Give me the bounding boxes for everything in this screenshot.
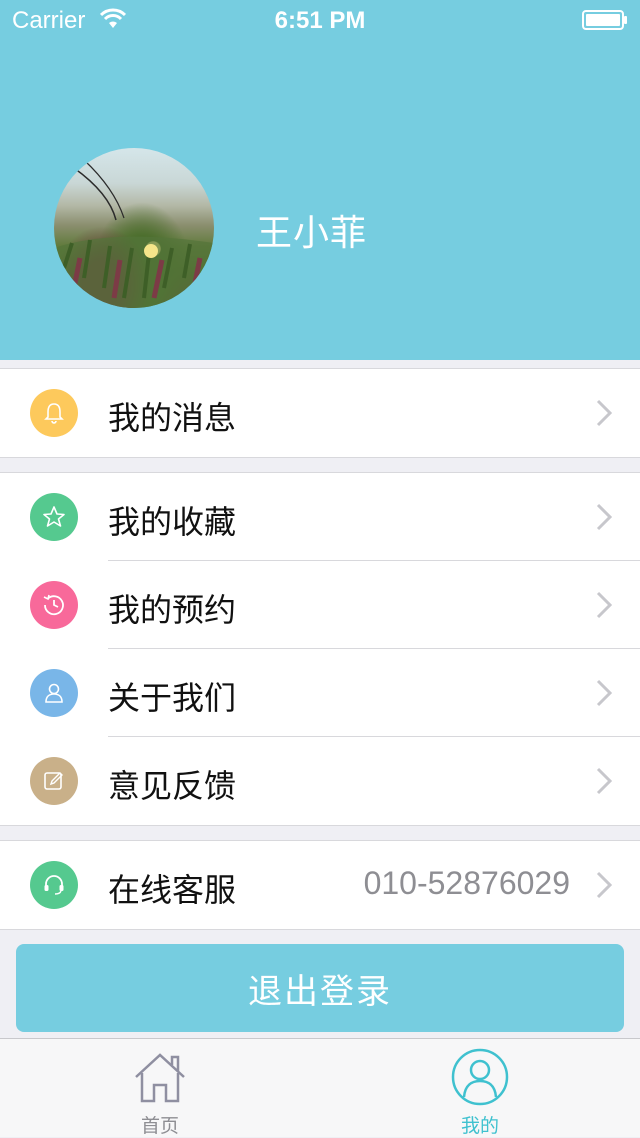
username: 王小菲	[256, 213, 368, 254]
edit-icon	[30, 757, 78, 805]
battery-icon	[582, 10, 627, 30]
home-icon	[135, 1053, 185, 1103]
chevron-right-icon	[596, 871, 612, 899]
status-time: 6:51 PM	[274, 7, 366, 34]
menu-label-feedback: 意见反馈	[108, 767, 237, 805]
logout-button[interactable]: 退出登录	[16, 944, 624, 1032]
tab-home[interactable]: 首页	[60, 1039, 260, 1137]
menu-row-favorites[interactable]: 我的收藏	[0, 473, 640, 561]
menu-label-messages: 我的消息	[108, 399, 237, 437]
avatar-photo-icon	[54, 159, 214, 308]
tab-home-label: 首页	[140, 1115, 179, 1137]
chevron-right-icon	[596, 767, 612, 795]
menu-label-favorites: 我的收藏	[108, 503, 237, 541]
avatar[interactable]	[54, 148, 214, 308]
chevron-right-icon	[596, 591, 612, 619]
tab-bar: 首页 我的	[0, 1038, 640, 1137]
menu-row-feedback[interactable]: 意见反馈	[0, 737, 640, 825]
menu-row-service[interactable]: 在线客服 010-52876029	[0, 841, 640, 929]
menu-row-about[interactable]: 关于我们	[0, 649, 640, 737]
menu-row-messages[interactable]: 我的消息	[0, 369, 640, 457]
chevron-right-icon	[596, 399, 612, 427]
chevron-right-icon	[596, 679, 612, 707]
menu-group-messages: 我的消息	[0, 368, 640, 458]
user-circle-icon	[451, 1048, 509, 1106]
chevron-right-icon	[596, 503, 612, 531]
menu-label-appointments: 我的预约	[108, 591, 237, 629]
status-bar: Carrier 6:51 PM	[0, 0, 640, 40]
tab-mine-label: 我的	[460, 1115, 499, 1137]
tab-mine[interactable]: 我的	[380, 1039, 580, 1137]
profile-header: Carrier 6:51 PM 王小菲	[0, 0, 640, 360]
menu-label-service: 在线客服	[108, 871, 237, 909]
menu-row-appointments[interactable]: 我的预约	[0, 561, 640, 649]
menu-group-service: 在线客服 010-52876029	[0, 840, 640, 930]
menu-label-about: 关于我们	[108, 679, 237, 717]
headset-icon	[30, 861, 78, 909]
service-phone-number: 010-52876029	[363, 865, 570, 901]
person-icon	[30, 669, 78, 717]
menu-group-main: 我的收藏 我的预约 关于我们 意见反馈	[0, 472, 640, 826]
bell-icon	[30, 389, 78, 437]
history-clock-icon	[30, 581, 78, 629]
star-icon	[30, 493, 78, 541]
